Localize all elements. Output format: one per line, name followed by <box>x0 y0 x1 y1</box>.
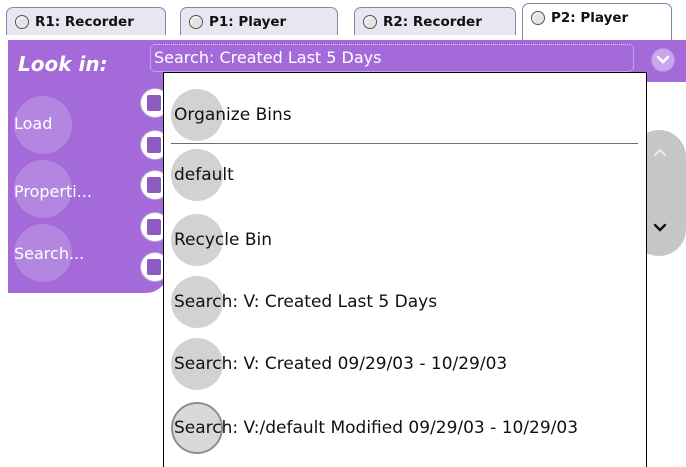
tab-label: R2: Recorder <box>383 13 482 30</box>
tab-p1-player[interactable]: P1: Player <box>180 7 338 35</box>
tab-p2-player[interactable]: P2: Player <box>522 3 672 40</box>
list-item-label: Search: V: Created 09/29/03 - 10/29/03 <box>174 354 508 374</box>
look-in-select[interactable]: Search: Created Last 5 Days <box>150 44 634 72</box>
radio-icon <box>15 14 29 29</box>
radio-icon <box>531 11 545 25</box>
tab-label: P2: Player <box>551 10 629 26</box>
scroll-up-button[interactable] <box>646 138 674 166</box>
list-item-label: default <box>174 165 234 185</box>
list-item-label: Search: V: Created Last 5 Days <box>174 292 438 312</box>
look-in-dropdown-button[interactable] <box>651 48 675 72</box>
list-item-search-last-5-days[interactable]: Search: V: Created Last 5 Days <box>164 271 646 333</box>
list-item-label: Organize Bins <box>174 105 292 125</box>
list-item-search-modified-range[interactable]: Search: V:/default Modified 09/29/03 - 1… <box>164 397 646 459</box>
tab-strip: R1: Recorder P1: Player R2: Recorder P2:… <box>0 0 686 40</box>
look-in-label: Look in: <box>18 52 108 76</box>
tab-r2-recorder[interactable]: R2: Recorder <box>354 7 516 35</box>
list-item-recycle-bin[interactable]: Recycle Bin <box>164 209 646 271</box>
chevron-down-icon <box>656 55 670 64</box>
scroll-down-button[interactable] <box>646 214 674 242</box>
tab-label: P1: Player <box>209 13 287 30</box>
list-item-default[interactable]: default <box>164 144 646 206</box>
radio-icon <box>363 14 377 29</box>
radio-icon <box>189 14 203 29</box>
look-in-dropdown-list: Organize Bins default Recycle Bin Search… <box>163 72 647 467</box>
tab-r1-recorder[interactable]: R1: Recorder <box>6 7 166 35</box>
load-button-label: Load <box>14 114 53 133</box>
tab-label: R1: Recorder <box>35 13 134 30</box>
list-item-label: Search: V:/default Modified 09/29/03 - 1… <box>174 418 579 438</box>
list-item-organize-bins[interactable]: Organize Bins <box>164 84 646 146</box>
search-button-label: Search... <box>14 244 85 263</box>
chevron-down-icon <box>653 223 667 232</box>
list-item-label: Recycle Bin <box>174 230 273 250</box>
chevron-up-icon <box>653 148 667 157</box>
properties-button-label: Properti... <box>14 182 92 201</box>
list-item-search-created-range[interactable]: Search: V: Created 09/29/03 - 10/29/03 <box>164 333 646 395</box>
